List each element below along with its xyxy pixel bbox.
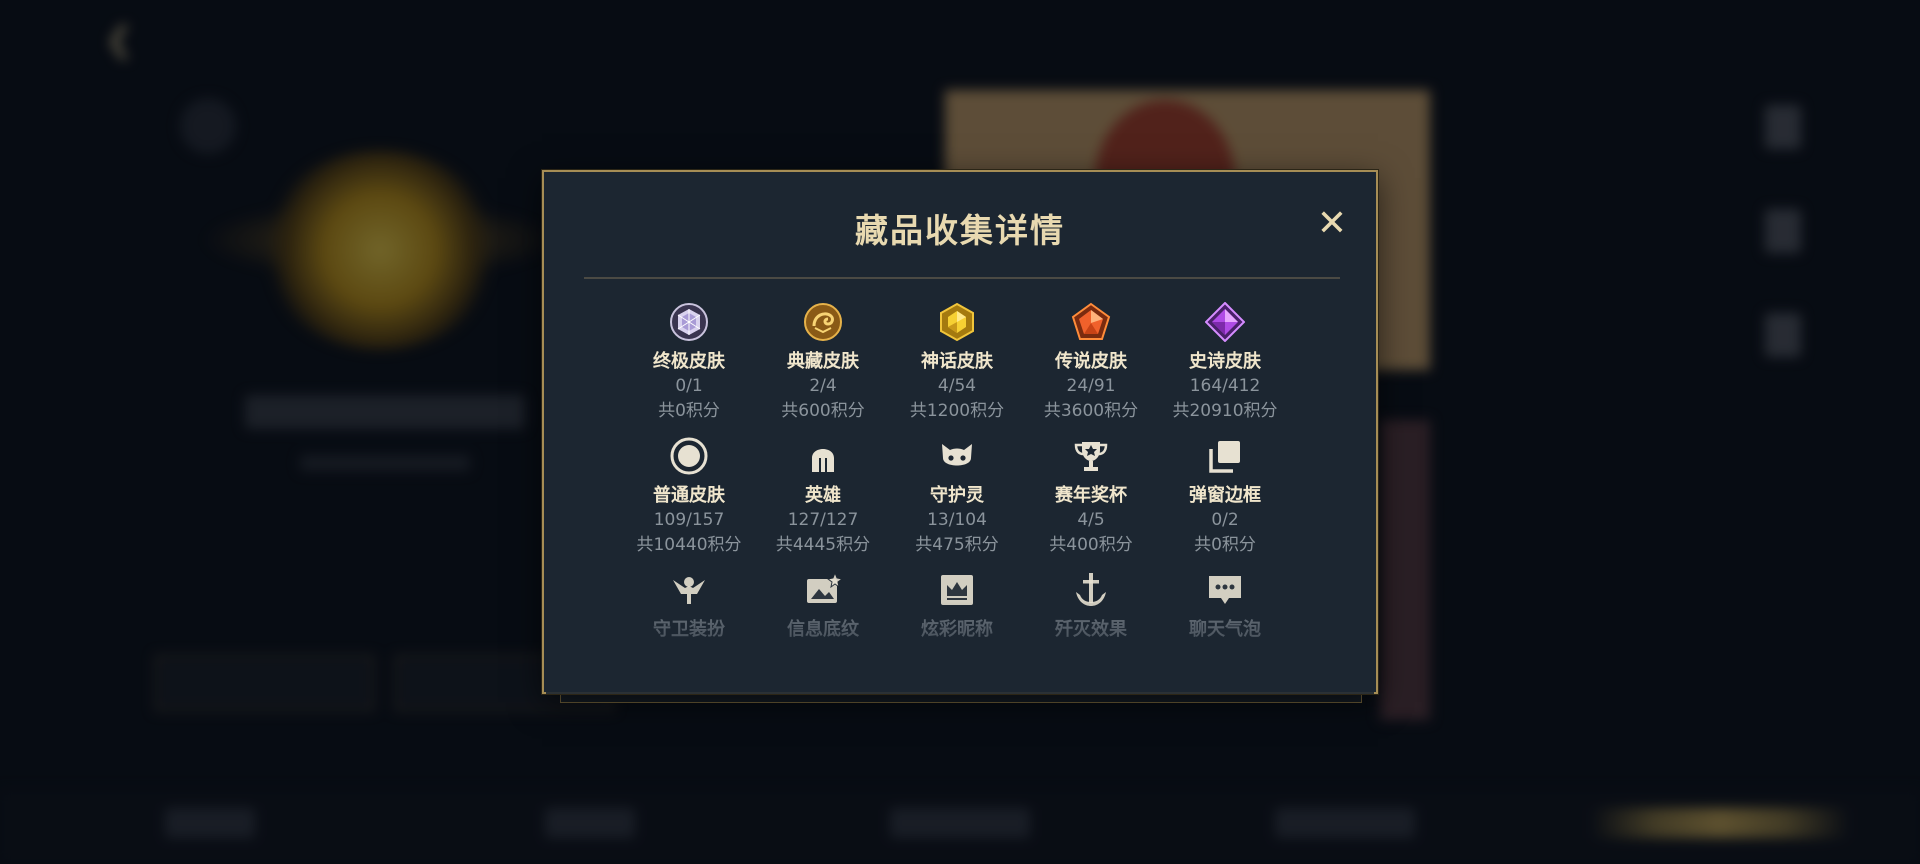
- item-label: 典藏皮肤: [787, 351, 859, 372]
- item-label: 神话皮肤: [921, 351, 993, 372]
- item-label: 弹窗边框: [1189, 485, 1261, 506]
- item-count: 2/4: [809, 376, 837, 396]
- hero-helmet-icon: [801, 434, 845, 478]
- ultimate-skin-icon: [667, 300, 711, 344]
- item-points: 共475积分: [915, 535, 999, 555]
- collection-item-ultimate-skin[interactable]: 终极皮肤 0/1 共0积分: [624, 300, 754, 424]
- collection-item-colorful-nickname[interactable]: 炫彩昵称: [892, 568, 1022, 642]
- item-label: 英雄: [805, 485, 841, 506]
- item-count: 164/412: [1189, 376, 1261, 396]
- item-count: 13/104: [927, 510, 987, 530]
- item-label: 信息底纹: [787, 619, 859, 640]
- item-label: 聊天气泡: [1189, 619, 1261, 640]
- item-label: 歼灭效果: [1055, 619, 1127, 640]
- collection-item-ward-skin[interactable]: 守卫装扮: [624, 568, 754, 642]
- close-button[interactable]: ✕: [1310, 202, 1354, 246]
- item-label: 炫彩昵称: [921, 619, 993, 640]
- item-points: 共400积分: [1049, 535, 1133, 555]
- collection-item-chat-bubble[interactable]: 聊天气泡: [1160, 568, 1290, 642]
- item-label: 史诗皮肤: [1189, 351, 1261, 372]
- legendary-skin-icon: [1069, 300, 1113, 344]
- collection-item-collector-skin[interactable]: 典藏皮肤 2/4 共600积分: [758, 300, 888, 424]
- collector-skin-icon: [801, 300, 845, 344]
- item-points: 共3600积分: [1043, 401, 1139, 421]
- item-label: 守卫装扮: [653, 619, 725, 640]
- item-points: 共0积分: [1194, 535, 1256, 555]
- popup-frame-icon: [1203, 434, 1247, 478]
- chat-bubble-icon: [1203, 568, 1247, 612]
- item-count: 4/54: [937, 376, 977, 396]
- collection-item-annihilation-effect[interactable]: 歼灭效果: [1026, 568, 1156, 642]
- item-count: 0/2: [1211, 510, 1239, 530]
- collection-item-legendary-skin[interactable]: 传说皮肤 24/91 共3600积分: [1026, 300, 1156, 424]
- modal-title: 藏品收集详情: [855, 211, 1065, 250]
- item-points: 共4445积分: [775, 535, 871, 555]
- normal-skin-icon: [667, 434, 711, 478]
- collection-item-normal-skin[interactable]: 普通皮肤 109/157 共10440积分: [624, 434, 754, 558]
- item-points: 共20910积分: [1172, 401, 1278, 421]
- item-count: 4/5: [1077, 510, 1105, 530]
- collection-item-season-trophy[interactable]: 赛年奖杯 4/5 共400积分: [1026, 434, 1156, 558]
- guardian-spirit-icon: [935, 434, 979, 478]
- mythic-skin-icon: [935, 300, 979, 344]
- collection-item-popup-frame[interactable]: 弹窗边框 0/2 共0积分: [1160, 434, 1290, 558]
- epic-skin-icon: [1203, 300, 1247, 344]
- item-label: 普通皮肤: [653, 485, 725, 506]
- item-points: 共1200积分: [909, 401, 1005, 421]
- collection-details-modal: 藏品收集详情 ✕ 终极皮肤 0/1 共0积分 典藏皮肤 2/4 共600积分 神…: [542, 170, 1378, 694]
- item-points: 共0积分: [658, 401, 720, 421]
- collection-item-hero[interactable]: 英雄 127/127 共4445积分: [758, 434, 888, 558]
- ward-skin-icon: [667, 568, 711, 612]
- colorful-nickname-icon: [935, 568, 979, 612]
- item-count: 24/91: [1066, 376, 1116, 396]
- item-label: 终极皮肤: [653, 351, 725, 372]
- item-count: 109/157: [653, 510, 725, 530]
- item-points: 共10440积分: [636, 535, 742, 555]
- item-label: 赛年奖杯: [1055, 485, 1127, 506]
- title-divider: [584, 277, 1340, 279]
- item-label: 守护灵: [930, 485, 984, 506]
- info-banner-icon: [801, 568, 845, 612]
- item-count: 0/1: [675, 376, 703, 396]
- collection-item-info-banner[interactable]: 信息底纹: [758, 568, 888, 642]
- collection-item-mythic-skin[interactable]: 神话皮肤 4/54 共1200积分: [892, 300, 1022, 424]
- item-count: 127/127: [787, 510, 859, 530]
- collection-item-guardian-spirit[interactable]: 守护灵 13/104 共475积分: [892, 434, 1022, 558]
- collection-item-epic-skin[interactable]: 史诗皮肤 164/412 共20910积分: [1160, 300, 1290, 424]
- item-label: 传说皮肤: [1055, 351, 1127, 372]
- modal-bottom-edge: [560, 694, 1362, 703]
- trophy-icon: [1069, 434, 1113, 478]
- annihilation-effect-icon: [1069, 568, 1113, 612]
- item-points: 共600积分: [781, 401, 865, 421]
